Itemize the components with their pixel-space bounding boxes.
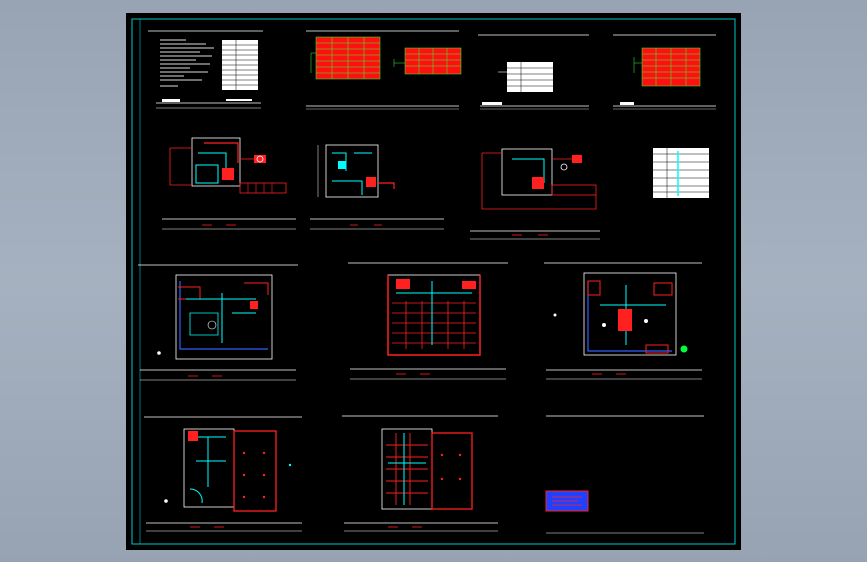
sheet-title-bar bbox=[156, 99, 261, 109]
sheet-schedule-single[interactable] bbox=[613, 34, 716, 110]
cad-drawing-canvas[interactable] bbox=[126, 13, 741, 550]
drawing-frame bbox=[131, 18, 736, 545]
symbol-table bbox=[653, 148, 709, 198]
sheet-riser-plan-1[interactable] bbox=[162, 137, 296, 230]
sheet-floor-plan-3[interactable] bbox=[544, 262, 702, 380]
cad-drawing bbox=[131, 18, 736, 545]
sheet-legend-table[interactable] bbox=[478, 34, 589, 110]
sheet-floor-plan-1[interactable] bbox=[138, 264, 298, 381]
legend-table bbox=[507, 62, 553, 92]
sheet-riser-plan-2[interactable] bbox=[310, 144, 444, 230]
marker-dot bbox=[680, 345, 688, 353]
sheet-floor-plan-2[interactable] bbox=[348, 262, 508, 380]
sheet-floor-plan-5[interactable] bbox=[342, 415, 498, 532]
sheet-title-stamp[interactable] bbox=[545, 415, 704, 534]
sheet-symbol-table[interactable] bbox=[653, 148, 709, 198]
sheet-notes[interactable] bbox=[148, 30, 263, 109]
sheet-schedule-pair[interactable] bbox=[306, 30, 462, 110]
sheet-floor-plan-4[interactable] bbox=[144, 416, 302, 532]
notes-text-lines bbox=[160, 39, 214, 87]
sheet-riser-plan-3[interactable] bbox=[470, 148, 600, 240]
